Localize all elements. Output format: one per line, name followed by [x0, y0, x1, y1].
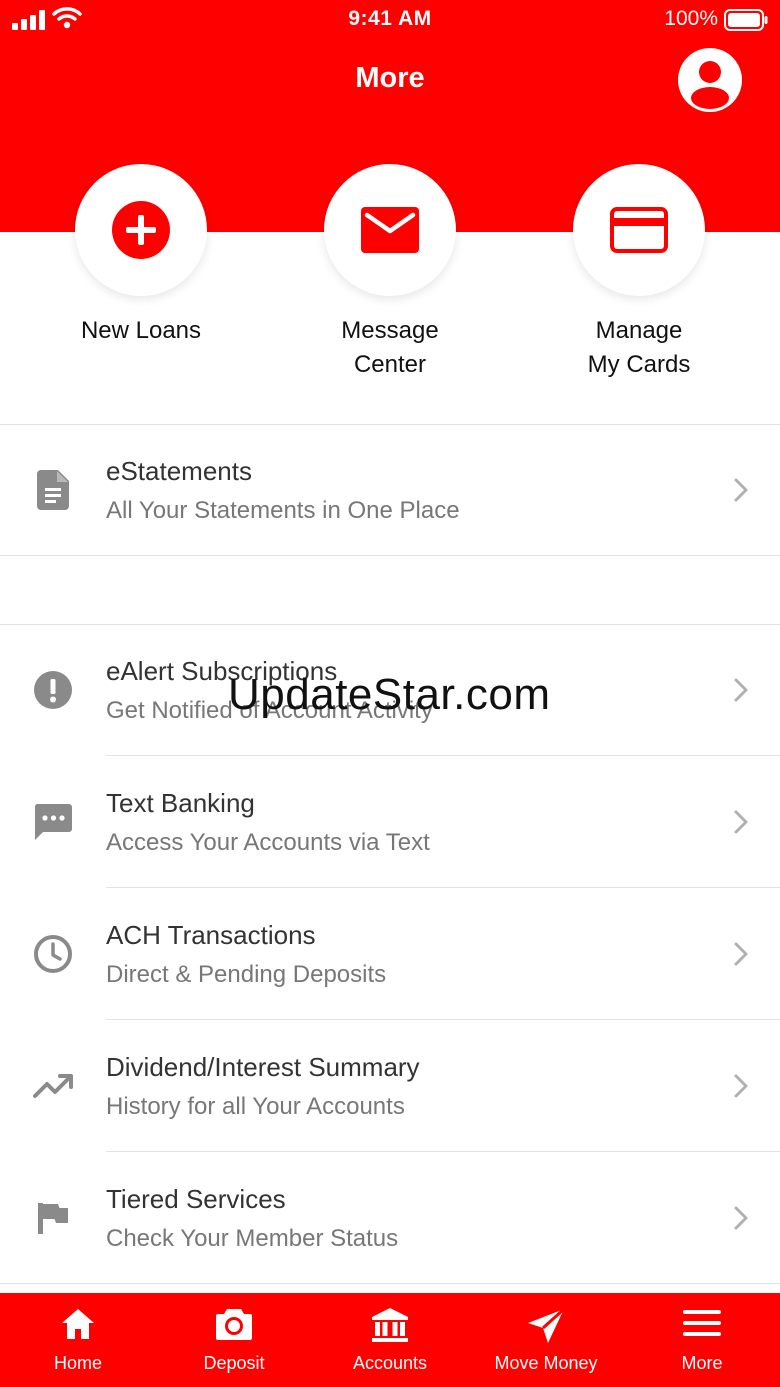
- tab-label: More: [681, 1353, 723, 1373]
- home-icon: [0, 1307, 156, 1341]
- alert-icon: [33, 670, 73, 710]
- clock-icon: [33, 934, 73, 974]
- menu-item-subtitle: Check Your Member Status: [106, 1225, 399, 1252]
- menu-item-title: Dividend/Interest Summary: [106, 1052, 420, 1082]
- new-loans-button[interactable]: New Loans: [41, 164, 241, 348]
- tab-label: Accounts: [352, 1353, 428, 1373]
- status-time: 9:41 AM: [348, 7, 432, 30]
- tab-label: Home: [53, 1353, 102, 1373]
- chat-icon: [33, 802, 73, 842]
- bank-icon: [312, 1307, 468, 1343]
- tab-more[interactable]: More: [624, 1293, 780, 1387]
- chevron-right-icon: [733, 476, 749, 509]
- menu-item-subtitle: Access Your Accounts via Text: [106, 829, 430, 856]
- user-circle-icon: [691, 61, 729, 109]
- tab-home[interactable]: Home: [0, 1293, 156, 1387]
- tab-move-money[interactable]: Move Money: [468, 1293, 624, 1387]
- trending-up-icon: [33, 1066, 73, 1106]
- bottom-tab-bar: Home Deposit Accounts Move Money More: [0, 1293, 780, 1387]
- manage-cards-circle[interactable]: [573, 164, 705, 296]
- battery-icon: [724, 9, 768, 36]
- menu-item-subtitle: Direct & Pending Deposits: [106, 961, 387, 988]
- divider: [0, 1283, 780, 1284]
- page-title: More: [355, 62, 425, 94]
- menu-icon: [624, 1307, 780, 1339]
- message-center-label: Message Center: [341, 317, 439, 378]
- chevron-right-icon: [733, 676, 749, 709]
- new-loans-circle[interactable]: [75, 164, 207, 296]
- tab-accounts[interactable]: Accounts: [312, 1293, 468, 1387]
- message-center-button[interactable]: Message Center: [290, 164, 490, 382]
- manage-cards-label: Manage My Cards: [587, 317, 691, 378]
- manage-cards-button[interactable]: Manage My Cards: [539, 164, 739, 382]
- envelope-icon: [361, 207, 419, 253]
- flag-icon: [33, 1198, 73, 1238]
- message-center-circle[interactable]: [324, 164, 456, 296]
- document-icon: [33, 470, 73, 510]
- tab-label: Deposit: [203, 1353, 265, 1373]
- menu-item-estatements[interactable]: eStatements All Your Statements in One P…: [0, 424, 780, 556]
- chevron-right-icon: [733, 1204, 749, 1237]
- menu-item-subtitle: History for all Your Accounts: [106, 1093, 405, 1120]
- plus-circle-icon: [112, 201, 170, 259]
- tab-deposit[interactable]: Deposit: [156, 1293, 312, 1387]
- chevron-right-icon: [733, 940, 749, 973]
- menu-item-ach-transactions[interactable]: ACH Transactions Direct & Pending Deposi…: [0, 888, 780, 1020]
- menu-item-subtitle: All Your Statements in One Place: [106, 497, 460, 524]
- menu-item-title: Tiered Services: [106, 1184, 286, 1214]
- menu-item-tiered-services[interactable]: Tiered Services Check Your Member Status: [0, 1152, 780, 1284]
- menu-item-title: Text Banking: [106, 788, 255, 818]
- menu-item-dividend-summary[interactable]: Dividend/Interest Summary History for al…: [0, 1020, 780, 1152]
- tab-label: Move Money: [494, 1353, 598, 1373]
- chevron-right-icon: [733, 808, 749, 841]
- watermark-text: UpdateStar.com: [228, 670, 551, 719]
- new-loans-label: New Loans: [80, 317, 202, 344]
- profile-button[interactable]: [678, 48, 742, 112]
- menu-item-title: ACH Transactions: [106, 920, 316, 950]
- battery-percent: 100%: [664, 7, 718, 30]
- camera-icon: [156, 1307, 312, 1341]
- section-gap: [0, 556, 780, 624]
- status-bar: 9:41 AM 100%: [0, 0, 780, 40]
- menu-item-text-banking[interactable]: Text Banking Access Your Accounts via Te…: [0, 756, 780, 888]
- menu-item-title: eStatements: [106, 456, 252, 486]
- credit-card-icon: [610, 207, 668, 253]
- send-icon: [468, 1307, 624, 1345]
- chevron-right-icon: [733, 1072, 749, 1105]
